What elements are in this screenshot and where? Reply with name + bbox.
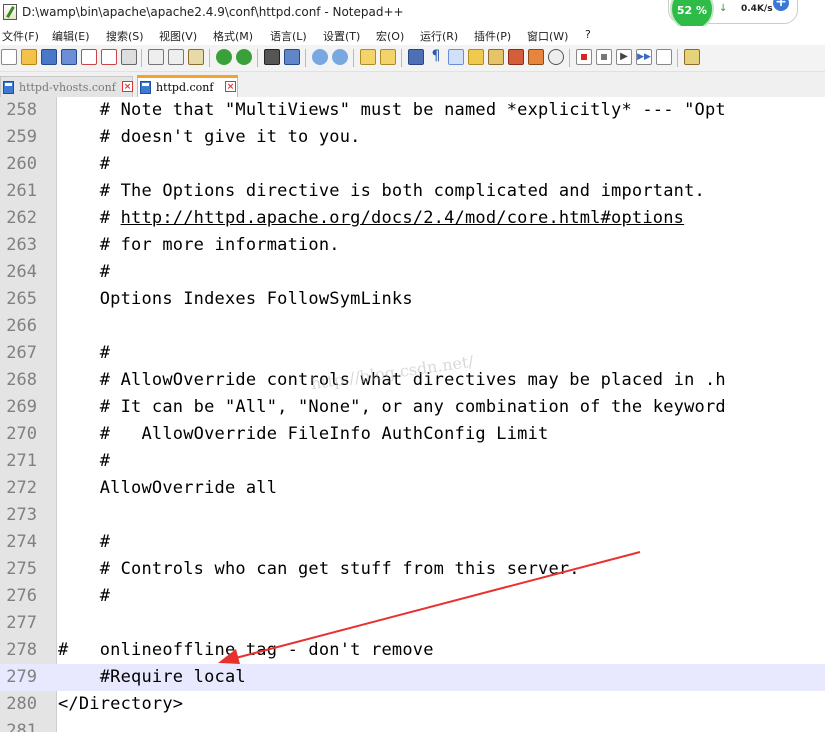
tab-httpd-vhosts-conf[interactable]: httpd-vhosts.conf × <box>0 76 133 97</box>
zoom-in-icon[interactable] <box>312 49 328 65</box>
download-speed: 0.4K/s <box>741 4 773 14</box>
toolbar-separator <box>353 49 354 67</box>
network-monitor-widget[interactable]: 52 % ↓ 0.4K/s + <box>668 0 798 31</box>
sync-horizontal-icon[interactable] <box>380 49 396 65</box>
menu-format[interactable]: 格式(M) <box>213 28 253 44</box>
find-icon[interactable] <box>264 49 280 65</box>
tab-label: httpd.conf <box>156 81 214 94</box>
menu-language[interactable]: 语言(L) <box>270 28 307 44</box>
close-all-icon[interactable] <box>101 49 117 65</box>
function-list-icon[interactable] <box>508 49 524 65</box>
replace-icon[interactable] <box>284 49 300 65</box>
new-file-icon[interactable] <box>1 49 17 65</box>
menu-edit[interactable]: 编辑(E) <box>52 28 90 44</box>
tab-label: httpd-vhosts.conf <box>19 81 116 94</box>
run-macro-multiple-icon[interactable]: ▶▶ <box>636 49 652 65</box>
menu-run[interactable]: 运行(R) <box>420 28 458 44</box>
menu-window[interactable]: 窗口(W) <box>527 28 568 44</box>
cut-icon[interactable] <box>148 49 164 65</box>
record-macro-icon[interactable] <box>576 49 592 65</box>
open-file-icon[interactable] <box>21 49 37 65</box>
tab-close-icon[interactable]: × <box>122 81 133 92</box>
toolbar-separator <box>257 49 258 67</box>
paste-icon[interactable] <box>188 49 204 65</box>
spell-check-icon[interactable] <box>684 49 700 65</box>
copy-icon[interactable] <box>168 49 184 65</box>
sync-vertical-icon[interactable] <box>360 49 376 65</box>
download-arrow-icon: ↓ <box>719 3 728 14</box>
toolbar-separator <box>141 49 142 67</box>
window-title: D:\wamp\bin\apache\apache2.4.9\conf\http… <box>22 5 404 19</box>
menu-settings[interactable]: 设置(T) <box>323 28 360 44</box>
expand-widget-button[interactable]: + <box>773 0 789 11</box>
toolbar: ¶ ▶ ▶▶ <box>0 45 825 72</box>
menu-search[interactable]: 搜索(S) <box>106 28 144 44</box>
zoom-out-icon[interactable] <box>332 49 348 65</box>
word-wrap-icon[interactable] <box>408 49 424 65</box>
save-macro-icon[interactable] <box>656 49 672 65</box>
print-icon[interactable] <box>121 49 137 65</box>
toolbar-separator <box>569 49 570 67</box>
stop-macro-icon[interactable] <box>596 49 612 65</box>
save-all-icon[interactable] <box>61 49 77 65</box>
menu-bar: 文件(F) 编辑(E) 搜索(S) 视图(V) 格式(M) 语言(L) 设置(T… <box>0 26 825 45</box>
redo-icon[interactable] <box>236 49 252 65</box>
toolbar-separator <box>401 49 402 67</box>
arrow-head <box>218 649 240 664</box>
toolbar-separator <box>677 49 678 67</box>
tab-close-icon[interactable]: × <box>225 81 236 92</box>
toolbar-separator <box>305 49 306 67</box>
annotation-arrow <box>218 551 641 664</box>
doc-map-icon[interactable] <box>488 49 504 65</box>
arrow-shaft <box>227 551 641 661</box>
tab-bar: httpd-vhosts.conf × httpd.conf × <box>0 72 825 98</box>
user-language-icon[interactable] <box>468 49 484 65</box>
notepad-plus-plus-icon <box>3 4 17 20</box>
play-macro-icon[interactable]: ▶ <box>616 49 632 65</box>
toolbar-separator <box>209 49 210 67</box>
menu-help[interactable]: ? <box>585 28 591 41</box>
menu-macro[interactable]: 宏(O) <box>376 28 404 44</box>
file-saved-icon <box>140 81 151 94</box>
editor-pane[interactable]: 258 # Note that "MultiViews" must be nam… <box>0 97 825 732</box>
undo-icon[interactable] <box>216 49 232 65</box>
save-icon[interactable] <box>41 49 57 65</box>
indent-guide-icon[interactable] <box>448 49 464 65</box>
folder-workspace-icon[interactable] <box>528 49 544 65</box>
menu-file[interactable]: 文件(F) <box>2 28 39 44</box>
menu-view[interactable]: 视图(V) <box>159 28 197 44</box>
tab-httpd-conf[interactable]: httpd.conf × <box>137 75 238 97</box>
close-icon[interactable] <box>81 49 97 65</box>
show-all-chars-icon[interactable]: ¶ <box>428 49 444 65</box>
file-saved-icon <box>3 81 14 94</box>
menu-plugins[interactable]: 插件(P) <box>474 28 511 44</box>
monitoring-icon[interactable] <box>548 49 564 65</box>
